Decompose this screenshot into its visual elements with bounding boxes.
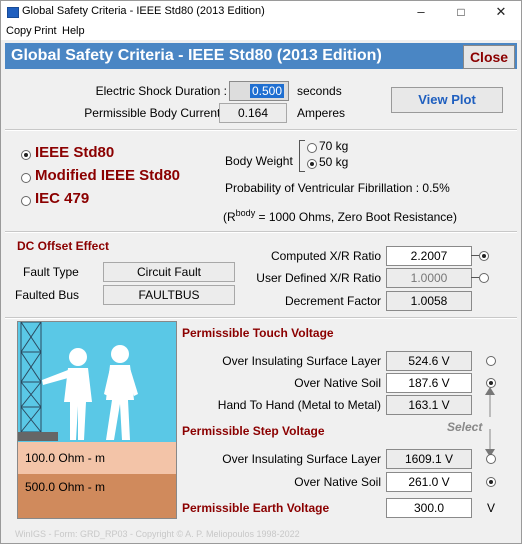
app-icon [7, 7, 19, 18]
close-button[interactable]: Close [463, 45, 515, 69]
native-resistivity-label: 500.0 Ohm - m [25, 480, 106, 494]
menu-copy[interactable]: Copy [6, 25, 32, 37]
touch-insulating-label: Over Insulating Surface Layer [222, 354, 381, 368]
menu-print[interactable]: Print [34, 25, 57, 37]
select-arrow-icon [485, 387, 495, 457]
ieee-std80-label[interactable]: IEEE Std80 [35, 144, 114, 161]
menu-bar: Copy Print Help [1, 23, 521, 40]
hand-to-hand-label: Hand To Hand (Metal to Metal) [217, 398, 381, 412]
title-bar: Global Safety Criteria - IEEE Std80 (201… [1, 1, 521, 23]
body-weight-bracket [299, 140, 305, 172]
window-title: Global Safety Criteria - IEEE Std80 (201… [22, 5, 265, 17]
iec-479-label[interactable]: IEC 479 [35, 190, 89, 207]
user-xr-input[interactable]: 1.0000 [386, 268, 472, 288]
step-voltage-heading: Permissible Step Voltage [182, 424, 325, 438]
modified-ieee-radio[interactable] [21, 173, 31, 183]
touch-voltage-heading: Permissible Touch Voltage [182, 326, 334, 340]
step-insulating-value: 1609.1 V [386, 449, 472, 469]
decrement-label: Decrement Factor [284, 294, 381, 308]
step-native-label: Over Native Soil [294, 475, 381, 489]
shock-duration-value: 0.500 [249, 84, 284, 98]
resistance-superscript: body [235, 208, 256, 218]
fault-type-value: Circuit Fault [103, 262, 235, 282]
weight-70-label[interactable]: 70 kg [319, 139, 348, 153]
divider [5, 317, 517, 319]
surface-resistivity-label: 100.0 Ohm - m [25, 451, 106, 465]
faulted-bus-value: FAULTBUS [103, 285, 235, 305]
modified-ieee-label[interactable]: Modified IEEE Std80 [35, 167, 180, 184]
body-weight-label: Body Weight [225, 154, 293, 168]
shock-duration-unit: seconds [297, 84, 342, 98]
iec-479-radio[interactable] [21, 196, 31, 206]
select-label: Select [447, 420, 483, 434]
header-banner: Global Safety Criteria - IEEE Std80 (201… [5, 43, 517, 69]
resistance-prefix: (R [223, 210, 236, 224]
weight-50-radio[interactable] [307, 159, 317, 169]
step-native-value: 261.0 V [386, 472, 472, 492]
touch-native-value: 187.6 V [386, 373, 472, 393]
connector-line [471, 277, 479, 278]
step-native-radio[interactable] [486, 477, 496, 487]
app-window: Global Safety Criteria - IEEE Std80 (201… [0, 0, 522, 544]
shock-duration-label: Electric Shock Duration : [95, 84, 227, 98]
hand-to-hand-value: 163.1 V [386, 395, 472, 415]
earth-voltage-heading: Permissible Earth Voltage [182, 501, 330, 515]
divider [5, 231, 517, 233]
touch-insulating-value: 524.6 V [386, 351, 472, 371]
computed-xr-value: 2.2007 [386, 246, 472, 266]
touch-insulating-radio[interactable] [486, 356, 496, 366]
step-insulating-radio[interactable] [486, 454, 496, 464]
shock-duration-input[interactable]: 0.500 [229, 81, 289, 101]
banner-title: Global Safety Criteria - IEEE Std80 (201… [11, 47, 382, 64]
dc-offset-heading: DC Offset Effect [17, 239, 110, 253]
view-plot-button[interactable]: View Plot [391, 87, 503, 113]
maximize-button[interactable]: □ [441, 1, 481, 23]
divider [5, 129, 517, 131]
resistance-note: (Rbody = 1000 Ohms, Zero Boot Resistance… [223, 208, 457, 224]
decrement-value: 1.0058 [386, 291, 472, 311]
touch-native-label: Over Native Soil [294, 376, 381, 390]
fault-type-label: Fault Type [23, 265, 79, 279]
resistance-suffix: = 1000 Ohms, Zero Boot Resistance) [255, 210, 457, 224]
earth-voltage-unit: V [487, 501, 496, 515]
body-current-value: 0.164 [219, 103, 287, 123]
computed-xr-label: Computed X/R Ratio [270, 249, 381, 263]
connector-line [471, 255, 479, 256]
menu-help[interactable]: Help [62, 25, 85, 37]
weight-70-radio[interactable] [307, 143, 317, 153]
ieee-std80-radio[interactable] [21, 150, 31, 160]
minimize-button[interactable]: – [401, 1, 441, 23]
footer-copyright: WinIGS - Form: GRD_RP03 - Copyright © A.… [15, 529, 300, 539]
faulted-bus-label: Faulted Bus [15, 288, 80, 302]
body-current-label: Permissible Body Current : [84, 106, 227, 120]
weight-50-label[interactable]: 50 kg [319, 155, 348, 169]
user-xr-radio[interactable] [479, 273, 489, 283]
body-current-unit: Amperes [297, 106, 346, 120]
close-window-button[interactable]: ✕ [481, 1, 521, 23]
earth-voltage-value: 300.0 [386, 498, 472, 518]
step-insulating-label: Over Insulating Surface Layer [222, 452, 381, 466]
fibrillation-text: Probability of Ventricular Fibrillation … [225, 181, 450, 195]
user-xr-label: User Defined X/R Ratio [256, 271, 381, 285]
computed-xr-radio[interactable] [479, 251, 489, 261]
